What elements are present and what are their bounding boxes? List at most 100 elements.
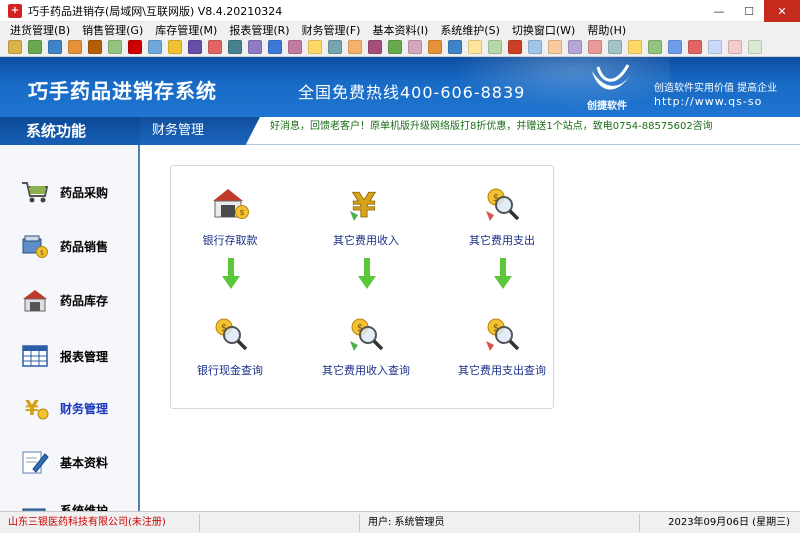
sales-icon: $: [20, 233, 50, 259]
report-table-icon: [20, 343, 50, 369]
menu-bar: 进货管理(B) 销售管理(G) 库存管理(M) 报表管理(R) 财务管理(F) …: [0, 22, 800, 38]
search-money-icon: $: [345, 314, 387, 354]
search-money-icon: $: [481, 314, 523, 354]
toolbar-button-icon[interactable]: [588, 40, 602, 54]
toolbar-button-icon[interactable]: [128, 40, 142, 54]
status-blank: [200, 513, 360, 532]
toolbar: [0, 38, 800, 57]
other-expense-label: 其它费用支出: [469, 234, 535, 247]
toolbar-button-icon[interactable]: [448, 40, 462, 54]
toolbar-button-icon[interactable]: [168, 40, 182, 54]
toolbar-button-icon[interactable]: [548, 40, 562, 54]
menu-basic-data[interactable]: 基本资料(I): [372, 22, 428, 38]
toolbar-button-icon[interactable]: [528, 40, 542, 54]
toolbar-button-icon[interactable]: [248, 40, 262, 54]
svg-text:¥: ¥: [25, 396, 39, 420]
toolbar-button-icon[interactable]: [268, 40, 282, 54]
cart-icon: [20, 179, 50, 205]
toolbar-button-icon[interactable]: [348, 40, 362, 54]
edit-pencil-icon: [20, 449, 50, 475]
banner-title: 巧手药品进销存系统: [28, 79, 217, 103]
toolbar-button-icon[interactable]: [608, 40, 622, 54]
menu-inventory[interactable]: 库存管理(M): [155, 22, 217, 38]
sidebar-item-basic-data[interactable]: 基本资料: [0, 437, 138, 487]
maximize-button[interactable]: ☐: [734, 0, 764, 22]
warehouse-icon: [20, 287, 50, 313]
menu-switch-window[interactable]: 切换窗口(W): [512, 22, 575, 38]
toolbar-button-icon[interactable]: [488, 40, 502, 54]
other-expense-query-button[interactable]: $ 其它费用支出查询: [447, 314, 557, 378]
toolbar-button-icon[interactable]: [508, 40, 522, 54]
toolbar-button-icon[interactable]: [468, 40, 482, 54]
toolbar-button-icon[interactable]: [228, 40, 242, 54]
toolbar-button-icon[interactable]: [748, 40, 762, 54]
toolbar-button-icon[interactable]: [708, 40, 722, 54]
toolbar-button-icon[interactable]: [8, 40, 22, 54]
toolbar-button-icon[interactable]: [328, 40, 342, 54]
toolbar-button-icon[interactable]: [28, 40, 42, 54]
toolbar-button-icon[interactable]: [68, 40, 82, 54]
toolbar-button-icon[interactable]: [668, 40, 682, 54]
status-bar: 山东三银医药科技有限公司(未注册) 用户: 系统管理员 2023年09月06日 …: [0, 511, 800, 533]
banner: 巧手药品进销存系统 全国免费热线400-606-8839 创捷软件 创造软件实用…: [0, 57, 800, 117]
toolbar-button-icon[interactable]: [368, 40, 382, 54]
bank-cash-query-button[interactable]: $ 银行现金查询: [175, 314, 285, 378]
yen-income-icon: ¥: [345, 184, 387, 224]
main-area: $ 银行存取款 ¥ 其它费用收入 $ 其它费用支出 $ 银行现金查询 $ 其它费…: [142, 145, 800, 511]
finance-function-panel: $ 银行存取款 ¥ 其它费用收入 $ 其它费用支出 $ 银行现金查询 $ 其它费…: [170, 165, 554, 409]
sidebar-item-purchase[interactable]: 药品采购: [0, 167, 138, 217]
other-income-query-label: 其它费用收入查询: [322, 364, 410, 377]
section-strip: 系统功能 财务管理 好消息，回馈老客户！原单机版升级网络版打8折优惠，并赠送1个…: [0, 117, 800, 145]
toolbar-button-icon[interactable]: [688, 40, 702, 54]
toolbar-button-icon[interactable]: [288, 40, 302, 54]
sidebar-item-system[interactable]: 系统维护: [0, 485, 138, 511]
toolbar-button-icon[interactable]: [108, 40, 122, 54]
toolbar-button-icon[interactable]: [408, 40, 422, 54]
sidebar-item-reports[interactable]: 报表管理: [0, 331, 138, 381]
toolbar-button-icon[interactable]: [388, 40, 402, 54]
current-module-tab: 财务管理: [140, 117, 260, 145]
section-title: 系统功能: [0, 117, 140, 145]
toolbar-button-icon[interactable]: [308, 40, 322, 54]
sidebar-label: 系统维护: [60, 503, 109, 512]
menu-sales[interactable]: 销售管理(G): [82, 22, 143, 38]
bank-cash-query-label: 银行现金查询: [197, 364, 263, 377]
sidebar-item-inventory[interactable]: 药品库存: [0, 275, 138, 325]
banner-hotline: 全国免费热线400-606-8839: [298, 83, 526, 102]
banner-url[interactable]: http://www.qs-so: [654, 95, 762, 108]
sidebar-item-finance[interactable]: ¥ 财务管理: [0, 383, 138, 433]
toolbar-button-icon[interactable]: [628, 40, 642, 54]
app-icon: +: [8, 3, 22, 18]
menu-purchase[interactable]: 进货管理(B): [10, 22, 70, 38]
sidebar-label: 药品库存: [60, 293, 109, 308]
sidebar-item-sales[interactable]: $ 药品销售: [0, 221, 138, 271]
banner-brand: 创捷软件: [587, 101, 627, 112]
toolbar-button-icon[interactable]: [148, 40, 162, 54]
other-expense-button[interactable]: $ 其它费用支出: [447, 184, 557, 248]
bank-deposit-button[interactable]: $ 银行存取款: [175, 184, 285, 248]
toolbar-button-icon[interactable]: [88, 40, 102, 54]
toolbar-button-icon[interactable]: [728, 40, 742, 54]
toolbar-button-icon[interactable]: [48, 40, 62, 54]
other-income-button[interactable]: ¥ 其它费用收入: [311, 184, 421, 248]
menu-help[interactable]: 帮助(H): [587, 22, 626, 38]
other-income-query-button[interactable]: $ 其它费用收入查询: [311, 314, 421, 378]
title-bar: + 巧手药品进销存(局域网\互联网版) V8.4.20210324 — ☐ ✕: [0, 0, 800, 22]
menu-reports[interactable]: 报表管理(R): [229, 22, 289, 38]
sidebar-label: 报表管理: [60, 349, 109, 364]
status-user: 用户: 系统管理员: [360, 513, 640, 532]
close-button[interactable]: ✕: [764, 0, 800, 22]
toolbar-button-icon[interactable]: [428, 40, 442, 54]
toolbar-button-icon[interactable]: [648, 40, 662, 54]
other-income-label: 其它费用收入: [333, 234, 399, 247]
status-company: 山东三银医药科技有限公司(未注册): [0, 513, 200, 532]
toolbar-button-icon[interactable]: [188, 40, 202, 54]
search-money-icon: $: [481, 184, 523, 224]
toolbar-button-icon[interactable]: [208, 40, 222, 54]
down-arrow-icon: [358, 258, 376, 289]
menu-finance[interactable]: 财务管理(F): [302, 22, 361, 38]
menu-system[interactable]: 系统维护(S): [440, 22, 500, 38]
minimize-button[interactable]: —: [704, 0, 734, 22]
status-date: 2023年09月06日 (星期三): [668, 516, 790, 528]
toolbar-button-icon[interactable]: [568, 40, 582, 54]
